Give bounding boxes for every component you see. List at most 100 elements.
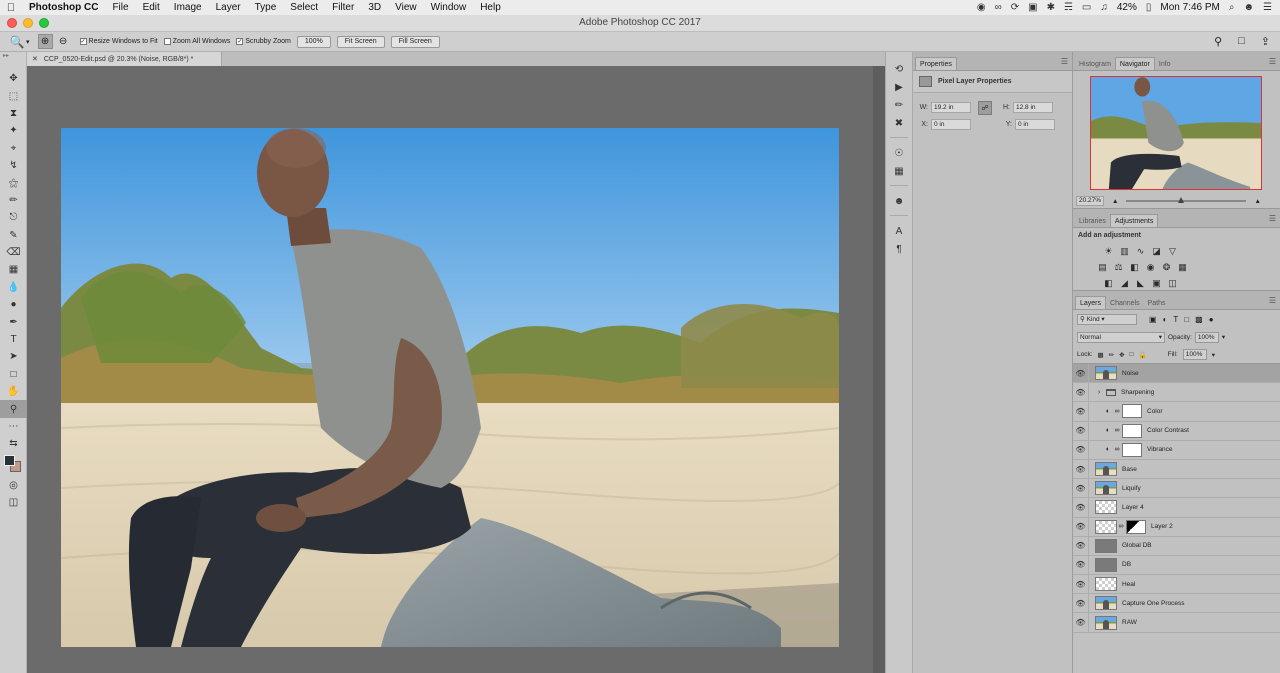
- menu-window[interactable]: Window: [424, 2, 474, 13]
- menu-3d[interactable]: 3D: [361, 2, 388, 13]
- gradient-map-icon[interactable]: ▣: [1151, 278, 1162, 288]
- user-avatar-icon[interactable]: ☻: [1244, 2, 1255, 13]
- mask-link-icon[interactable]: ∞: [1113, 408, 1121, 415]
- menu-select[interactable]: Select: [283, 2, 325, 13]
- posterize-icon[interactable]: ◢: [1119, 278, 1130, 288]
- layer-row-base[interactable]: 👁 Base: [1073, 459, 1280, 480]
- photo-filter-icon[interactable]: ◉: [1145, 262, 1156, 272]
- levels-icon[interactable]: ▥: [1119, 246, 1130, 256]
- canvas-photo[interactable]: [61, 128, 839, 647]
- gradient-tool-icon[interactable]: ▦: [0, 261, 27, 278]
- navigator-zoom-field[interactable]: 20.27%: [1076, 196, 1104, 206]
- tab-layers[interactable]: Layers: [1075, 296, 1107, 309]
- lock-image-icon[interactable]: ✏: [1109, 351, 1114, 359]
- notification-center-icon[interactable]: ☰: [1263, 2, 1272, 13]
- visibility-eye-icon[interactable]: 👁: [1073, 555, 1089, 575]
- history-brush-tool-icon[interactable]: ✎: [0, 227, 27, 244]
- color-lookup-icon[interactable]: ▦: [1177, 262, 1188, 272]
- apple-menu-icon[interactable]: : [0, 2, 22, 14]
- layer-row-layer-2[interactable]: 👁 ∞ Layer 2: [1073, 517, 1280, 537]
- character-panel-icon[interactable]: A: [886, 222, 912, 240]
- filter-kind-select[interactable]: ⚲ Kind ▾: [1077, 313, 1137, 325]
- visibility-eye-icon[interactable]: 👁: [1073, 440, 1089, 459]
- panel-grip-icon[interactable]: ▸▸: [0, 52, 26, 70]
- layer-row-db[interactable]: 👁 DB: [1073, 555, 1280, 576]
- layer-mask-thumbnail[interactable]: [1126, 519, 1146, 534]
- close-tab-icon[interactable]: ✕: [32, 55, 38, 63]
- pen-tool-icon[interactable]: ✒: [0, 313, 27, 330]
- layer-mask-thumbnail[interactable]: [1122, 404, 1142, 419]
- quick-selection-tool-icon[interactable]: ✦: [0, 122, 27, 139]
- bluetooth-icon[interactable]: ✱: [1047, 2, 1055, 13]
- menu-view[interactable]: View: [388, 2, 424, 13]
- zoom-slider-knob[interactable]: [1178, 197, 1185, 203]
- filter-type-icon[interactable]: T: [1173, 315, 1178, 324]
- visibility-eye-icon[interactable]: 👁: [1073, 594, 1089, 613]
- foreground-color-swatch[interactable]: [4, 454, 15, 466]
- layer-row-sharpening-group[interactable]: 👁 › Sharpening: [1073, 383, 1280, 403]
- fill-screen-button[interactable]: Fill Screen: [390, 35, 440, 48]
- wifi-icon[interactable]: ☴: [1064, 2, 1073, 13]
- document-tab[interactable]: ✕ CCP_0520-Edit.psd @ 20.3% (Noise, RGB/…: [27, 52, 222, 66]
- resize-windows-checkbox[interactable]: ✓ Resize Windows to Fit: [79, 38, 158, 45]
- eyedropper-tool-icon[interactable]: ↯: [0, 157, 27, 174]
- lock-position-icon[interactable]: ✥: [1119, 351, 1124, 359]
- dropbox-icon[interactable]: ▣: [1028, 2, 1037, 13]
- exposure-icon[interactable]: ◪: [1151, 246, 1162, 256]
- navigator-zoom-slider[interactable]: [1126, 197, 1247, 203]
- menu-image[interactable]: Image: [167, 2, 209, 13]
- fit-screen-button[interactable]: Fit Screen: [336, 35, 385, 48]
- x-field[interactable]: 0 in: [931, 119, 971, 130]
- fill-dropdown-icon[interactable]: ▾: [1212, 351, 1215, 359]
- layer-row-capture-one-process[interactable]: 👁 Capture One Process: [1073, 594, 1280, 614]
- more-tools-icon[interactable]: ⋯: [0, 418, 27, 435]
- visibility-eye-icon[interactable]: 👁: [1073, 383, 1089, 402]
- tab-info[interactable]: Info: [1155, 58, 1175, 70]
- people-panel-icon[interactable]: ☻: [886, 192, 912, 210]
- blend-mode-select[interactable]: Normal ▾: [1077, 331, 1165, 343]
- layer-row-noise[interactable]: 👁 Noise: [1073, 364, 1280, 384]
- brightness-contrast-icon[interactable]: ☀: [1103, 246, 1114, 256]
- channel-mixer-icon[interactable]: ❂: [1161, 262, 1172, 272]
- black-white-icon[interactable]: ◧: [1129, 262, 1140, 272]
- tab-paths[interactable]: Paths: [1144, 297, 1170, 309]
- clock[interactable]: Mon 7:46 PM: [1160, 2, 1219, 13]
- curves-icon[interactable]: ∿: [1135, 246, 1146, 256]
- paragraph-panel-icon[interactable]: ¶: [886, 240, 912, 258]
- brush-presets-icon[interactable]: ✏: [886, 96, 912, 114]
- tab-properties[interactable]: Properties: [915, 57, 957, 70]
- navigator-thumbnail[interactable]: [1090, 76, 1262, 190]
- layer-row-global-db[interactable]: 👁 Global DB: [1073, 536, 1280, 556]
- visibility-eye-icon[interactable]: 👁: [1073, 421, 1089, 440]
- volume-icon[interactable]: ♫: [1100, 2, 1108, 13]
- rectangle-tool-icon[interactable]: □: [0, 366, 27, 383]
- battery-percent[interactable]: 42%: [1117, 2, 1137, 13]
- screen-mode-icon[interactable]: ◫: [0, 494, 27, 511]
- swatches-panel-icon[interactable]: ▦: [886, 162, 912, 180]
- share-icon[interactable]: ⇪: [1261, 35, 1270, 48]
- filter-smart-object-icon[interactable]: ▩: [1195, 315, 1203, 324]
- hand-tool-icon[interactable]: ✋: [0, 383, 27, 400]
- zoom-out-small-icon[interactable]: ▲: [1112, 198, 1118, 205]
- spotlight-search-icon[interactable]: ⌕: [1229, 2, 1235, 13]
- layer-row-layer-4[interactable]: 👁 Layer 4: [1073, 498, 1280, 518]
- zoom-all-windows-checkbox[interactable]: Zoom All Windows: [163, 38, 230, 45]
- sync-icon[interactable]: ⟳: [1011, 2, 1019, 13]
- eraser-tool-icon[interactable]: ⌫: [0, 244, 27, 261]
- scrubby-zoom-checkbox[interactable]: ✓ Scrubby Zoom: [236, 38, 291, 45]
- mask-link-icon[interactable]: ∞: [1113, 446, 1121, 453]
- layer-row-color[interactable]: 👁 ◐ ∞ Color: [1073, 402, 1280, 422]
- filter-toggle-icon[interactable]: ●: [1209, 315, 1214, 324]
- opacity-dropdown-icon[interactable]: ▾: [1222, 333, 1225, 341]
- lock-artboard-icon[interactable]: □: [1130, 351, 1134, 358]
- expand-group-chevron-icon[interactable]: ›: [1095, 389, 1103, 396]
- y-field[interactable]: 0 in: [1015, 119, 1055, 130]
- vibrance-icon[interactable]: ▽: [1167, 246, 1178, 256]
- hue-saturation-icon[interactable]: ▤: [1097, 262, 1108, 272]
- menu-filter[interactable]: Filter: [325, 2, 361, 13]
- zoom-in-mode-button[interactable]: ⊕: [37, 34, 53, 49]
- tab-adjustments[interactable]: Adjustments: [1109, 214, 1159, 227]
- move-tool-icon[interactable]: ✥: [0, 70, 27, 87]
- mask-link-icon[interactable]: ∞: [1117, 523, 1125, 530]
- quick-mask-icon[interactable]: ◎: [0, 477, 27, 494]
